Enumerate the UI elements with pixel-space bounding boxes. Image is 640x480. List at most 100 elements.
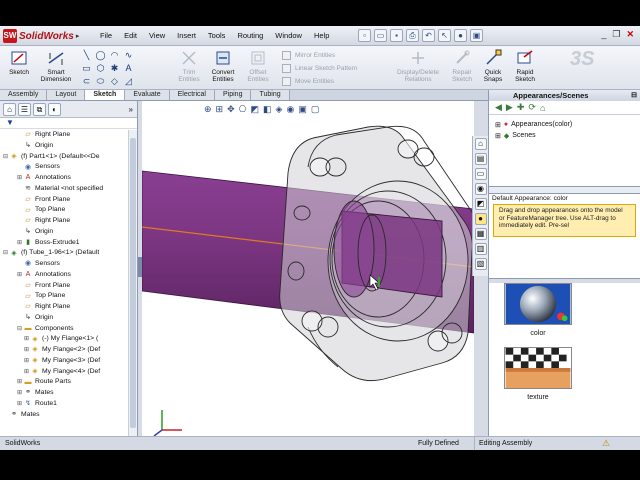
expand-plus-icon[interactable]: ⊞ <box>16 388 23 399</box>
back-icon[interactable]: ◀ <box>495 102 502 113</box>
text-icon[interactable]: A <box>122 62 135 74</box>
save-icon[interactable]: ▪ <box>390 29 403 42</box>
tree-node[interactable]: ⊞ ↯ Route1 <box>0 399 128 410</box>
section-view-icon[interactable]: ⎔ <box>239 104 247 115</box>
expand-plus-icon[interactable]: ⊞ <box>16 377 23 388</box>
tab-piping[interactable]: Piping <box>215 90 252 100</box>
select-arrow-icon[interactable]: ↖ <box>438 29 451 42</box>
line-icon[interactable]: ╲ <box>80 49 93 61</box>
design-library-icon[interactable]: ▤ <box>474 153 487 165</box>
move-entities-button[interactable]: Move Entities <box>282 75 358 88</box>
rebuild-icon[interactable]: ● <box>454 29 467 42</box>
expand-plus-icon[interactable]: ⊞ <box>23 345 30 356</box>
toolbox-icon[interactable]: ▥ <box>474 243 487 255</box>
edit-appearance-icon[interactable]: ◉ <box>286 104 294 115</box>
minimize-icon[interactable]: _ <box>601 29 606 40</box>
zoom-to-area-icon[interactable]: ⊞ <box>216 104 224 115</box>
print-icon[interactable]: ⎙ <box>406 29 419 42</box>
menu-tools[interactable]: Tools <box>208 30 226 41</box>
offset-entities-button[interactable]: Offset Entities <box>243 49 273 83</box>
expand-plus-icon[interactable]: ⊞ <box>23 334 30 345</box>
options-icon[interactable]: ▣ <box>470 29 483 42</box>
appearance-thumbnail-color[interactable]: color <box>503 283 573 337</box>
hide-show-items-icon[interactable]: ◈ <box>276 104 283 115</box>
menu-window[interactable]: Window <box>275 30 302 41</box>
point-icon[interactable]: ✱ <box>108 62 121 74</box>
expand-plus-icon[interactable]: ⊞ <box>16 270 23 281</box>
view-settings-icon[interactable]: ▢ <box>311 104 320 115</box>
close-icon[interactable]: ✕ <box>626 29 634 40</box>
slot-icon[interactable]: ⊂ <box>80 75 93 87</box>
expand-plus-icon[interactable]: ⊞ <box>16 173 23 184</box>
tree-item-scenes[interactable]: ⊞ ◆ Scenes <box>495 130 634 141</box>
menu-routing[interactable]: Routing <box>237 30 263 41</box>
feature-tree-icon[interactable]: ⌂ <box>3 102 16 116</box>
tree-node[interactable]: ▱ Top Plane <box>0 291 128 302</box>
mirror-entities-button[interactable]: Mirror Entities <box>282 49 358 62</box>
expand-plus-icon[interactable]: ⊞ <box>16 238 23 249</box>
menu-file[interactable]: File <box>100 30 112 41</box>
expand-plus-icon[interactable]: ⊞ <box>23 356 30 367</box>
tab-evaluate[interactable]: Evaluate <box>125 90 170 100</box>
tree-node[interactable]: ⊞ ◈ (-) My Flange<1> ( <box>0 334 128 345</box>
tree-node[interactable]: ⊞ ◈ My Flange<2> (Def <box>0 345 128 356</box>
previous-view-icon[interactable]: ✥ <box>227 104 235 115</box>
menu-help[interactable]: Help <box>314 30 329 41</box>
expand-plus-icon[interactable]: ⊞ <box>23 367 30 378</box>
expand-plus-icon[interactable]: ⊞ <box>495 121 501 129</box>
tree-node[interactable]: ▱ Right Plane <box>0 130 128 141</box>
repair-sketch-button[interactable]: Repair Sketch <box>448 49 476 83</box>
menu-view[interactable]: View <box>149 30 165 41</box>
spline-icon[interactable]: ∿ <box>122 49 135 61</box>
model-view[interactable] <box>142 101 474 450</box>
arc-icon[interactable]: ◠ <box>108 49 121 61</box>
tab-sketch[interactable]: Sketch <box>85 90 126 100</box>
ellipse-icon[interactable]: ⬭ <box>94 75 107 87</box>
quick-snaps-button[interactable]: Quick Snaps <box>480 49 506 83</box>
chevron-right-icon[interactable]: ▸ <box>76 32 80 40</box>
tree-node[interactable]: ▱ Front Plane <box>0 195 128 206</box>
tree-node[interactable]: ≋ Material <not specified <box>0 184 128 195</box>
appearance-thumbnail-texture[interactable]: texture <box>503 347 573 401</box>
add-folder-icon[interactable]: ✚ <box>517 102 525 113</box>
sketch-button[interactable]: Sketch <box>4 49 34 76</box>
rectangle-icon[interactable]: ▭ <box>80 62 93 74</box>
collapse-minus-icon[interactable]: ⊟ <box>2 152 9 163</box>
chevron-right-icon[interactable]: » <box>129 105 133 114</box>
apply-scene-icon[interactable]: ▣ <box>298 104 307 115</box>
custom-properties-icon[interactable]: ▦ <box>474 228 487 240</box>
circle-icon[interactable]: ◯ <box>94 49 107 61</box>
display-style-icon[interactable]: ◧ <box>263 104 272 115</box>
graphics-area[interactable]: ⊕ ⊞ ✥ ⎔ ◩ ◧ ◈ ◉ ▣ ▢ <box>142 101 474 450</box>
tree-node[interactable]: ⊞ A Annotations <box>0 173 128 184</box>
plane-tool-icon[interactable]: ◇ <box>108 75 121 87</box>
expand-plus-icon[interactable]: ⊞ <box>495 132 501 140</box>
display-delete-relations-button[interactable]: Display/Delete Relations <box>392 49 444 83</box>
tab-layout[interactable]: Layout <box>47 90 86 100</box>
tree-node[interactable]: ◉ Sensors <box>0 162 128 173</box>
flange-model[interactable] <box>279 125 474 382</box>
collapse-minus-icon[interactable]: ⊟ <box>16 324 23 335</box>
linear-sketch-pattern-button[interactable]: Linear Sketch Pattern <box>282 62 358 75</box>
tree-item-appearances[interactable]: ⊞ ● Appearances(color) <box>495 119 634 130</box>
zoom-to-fit-icon[interactable]: ⊕ <box>204 104 212 115</box>
tree-node[interactable]: ↳ Origin <box>0 227 128 238</box>
tree-node[interactable]: ⊞ A Annotations <box>0 270 128 281</box>
solidworks-logo[interactable]: SW SolidWorks ▸ <box>3 29 87 43</box>
solidworks-resources-icon[interactable]: ⌂ <box>474 138 487 150</box>
new-document-icon[interactable]: ▫ <box>358 29 371 42</box>
tree-node[interactable]: ⊟ ▬ Components <box>0 324 128 335</box>
tree-node[interactable]: ▱ Front Plane <box>0 281 128 292</box>
tree-node[interactable]: ⊞ ▮ Boss-Extrude1 <box>0 238 128 249</box>
view-palette-icon[interactable]: ◩ <box>474 198 487 210</box>
fillet-icon[interactable]: ◿ <box>122 75 135 87</box>
refresh-icon[interactable]: ⟳ <box>528 102 536 113</box>
home-icon[interactable]: ⌂ <box>540 103 545 113</box>
tree-node[interactable]: ↳ Origin <box>0 313 128 324</box>
tree-node[interactable]: ⊟ ◈ (f) Tube_1-96<1> (Default <box>0 248 128 259</box>
tree-node[interactable]: ↳ Origin <box>0 141 128 152</box>
smart-dimension-button[interactable]: Smart Dimension <box>36 49 76 83</box>
tree-node[interactable]: ⊞ ▬ Route Parts <box>0 377 128 388</box>
forward-icon[interactable]: ▶ <box>506 102 513 113</box>
rebuild-status-icon[interactable]: ⚠ <box>602 437 610 450</box>
